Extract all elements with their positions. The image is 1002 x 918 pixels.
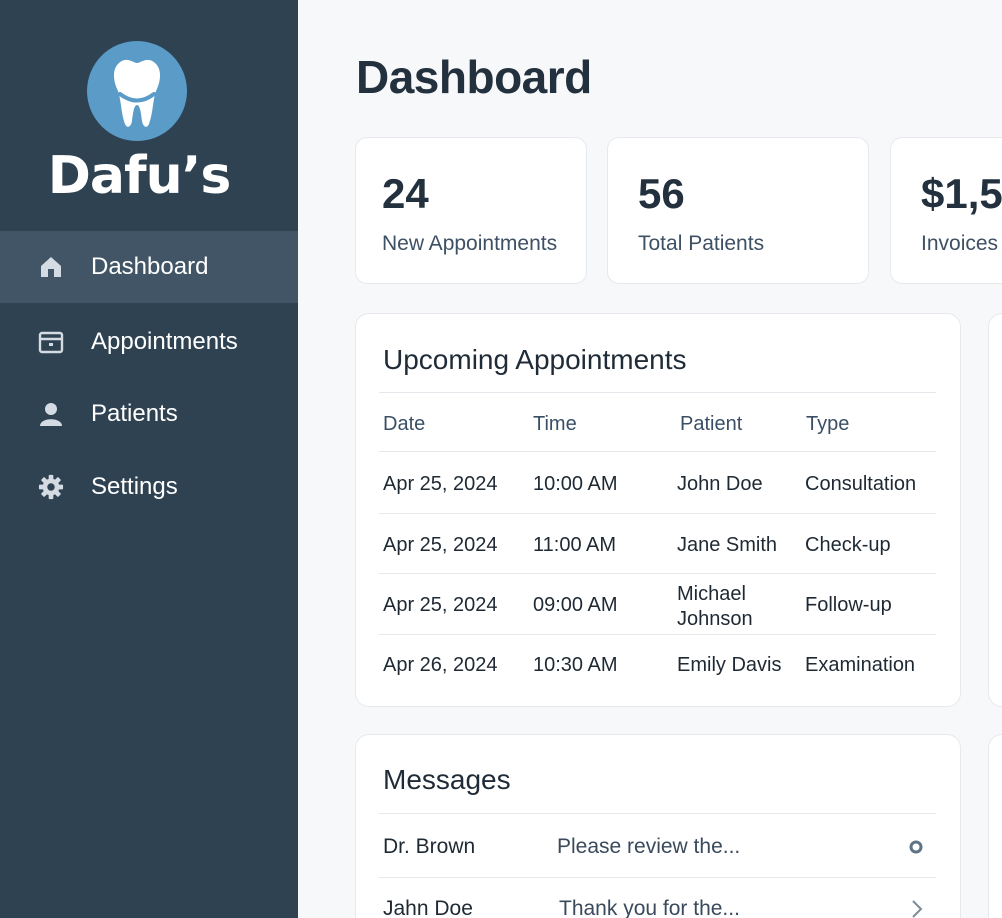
cell-patient: Jane Smith [677, 534, 778, 556]
sidebar-item-appointments[interactable]: Appointments [0, 306, 298, 378]
cell-type: Check-up [805, 534, 891, 556]
stat-label: New Appointments [382, 232, 558, 255]
message-preview: Thank you for the... [559, 897, 740, 918]
stat-value: $1,5 [921, 170, 1002, 217]
cell-date: Apr 25, 2024 [383, 594, 498, 616]
divider [379, 877, 936, 878]
sidebar-item-label: Patients [91, 400, 178, 427]
messages-title: Messages [383, 764, 511, 795]
appointments-panel: Upcoming Appointments Date Time Patient … [355, 313, 961, 707]
cell-time: 10:30 AM [533, 654, 618, 676]
cell-time: 11:00 AM [533, 534, 617, 556]
logo [87, 41, 187, 141]
cell-time: 10:00 AM [533, 473, 618, 495]
stat-value: 56 [638, 170, 685, 217]
home-icon [38, 254, 64, 280]
message-preview: Please review the... [557, 835, 741, 858]
side-panel-partial [988, 313, 1002, 707]
cell-type: Consultation [805, 473, 917, 495]
stat-label: Total Patients [638, 232, 765, 255]
sidebar-item-settings[interactable]: Settings [0, 451, 298, 523]
sidebar: Dafu’s Dashboard Appointments Patients S… [0, 0, 298, 918]
messages-panel: Messages Dr. Brown Please review the... … [355, 734, 961, 918]
stat-card-patients[interactable]: 56 Total Patients [607, 137, 869, 284]
appointments-title: Upcoming Appointments [383, 344, 687, 375]
column-header-time[interactable]: Time [533, 413, 577, 436]
calendar-icon [38, 329, 64, 355]
chevron-right-icon [910, 899, 924, 918]
column-header-date[interactable]: Date [383, 413, 425, 436]
divider [379, 573, 936, 574]
cell-date: Apr 25, 2024 [383, 534, 498, 556]
page-title: Dashboard [356, 51, 592, 103]
stat-label: Invoices [921, 232, 999, 255]
divider [379, 392, 936, 393]
divider [379, 813, 936, 814]
sidebar-item-label: Dashboard [91, 253, 209, 280]
stat-card-appointments[interactable]: 24 New Appointments [355, 137, 587, 284]
side-panel-partial [988, 734, 1002, 918]
tooth-icon [113, 59, 161, 127]
cell-date: Apr 25, 2024 [383, 473, 498, 495]
column-header-type[interactable]: Type [806, 413, 849, 436]
cell-date: Apr 26, 2024 [383, 654, 498, 676]
divider [379, 634, 936, 635]
stat-value: 24 [382, 170, 429, 217]
cell-time: 09:00 AM [533, 594, 618, 616]
unread-dot-icon [908, 839, 924, 860]
cell-type: Examination [805, 654, 916, 676]
cell-patient: Emily Davis [677, 654, 782, 676]
sidebar-item-dashboard[interactable]: Dashboard [0, 231, 298, 303]
cell-patient: John Doe [677, 473, 763, 495]
divider [379, 451, 936, 452]
message-sender: Jahn Doe [383, 897, 473, 918]
sidebar-item-label: Appointments [91, 328, 238, 355]
user-icon [38, 401, 64, 427]
brand-name: Dafu’s [47, 146, 232, 206]
stat-card-invoices[interactable]: $1,5 Invoices [890, 137, 1002, 284]
sidebar-item-label: Settings [91, 473, 178, 500]
message-sender: Dr. Brown [383, 835, 476, 858]
cell-type: Follow-up [805, 594, 892, 616]
column-header-patient[interactable]: Patient [680, 413, 742, 436]
sidebar-item-patients[interactable]: Patients [0, 378, 298, 450]
cell-patient: Michael Johnson [677, 583, 753, 630]
app-root: Dafu’s Dashboard Appointments Patients S… [0, 0, 1002, 918]
divider [379, 513, 936, 514]
gear-icon [38, 474, 64, 500]
